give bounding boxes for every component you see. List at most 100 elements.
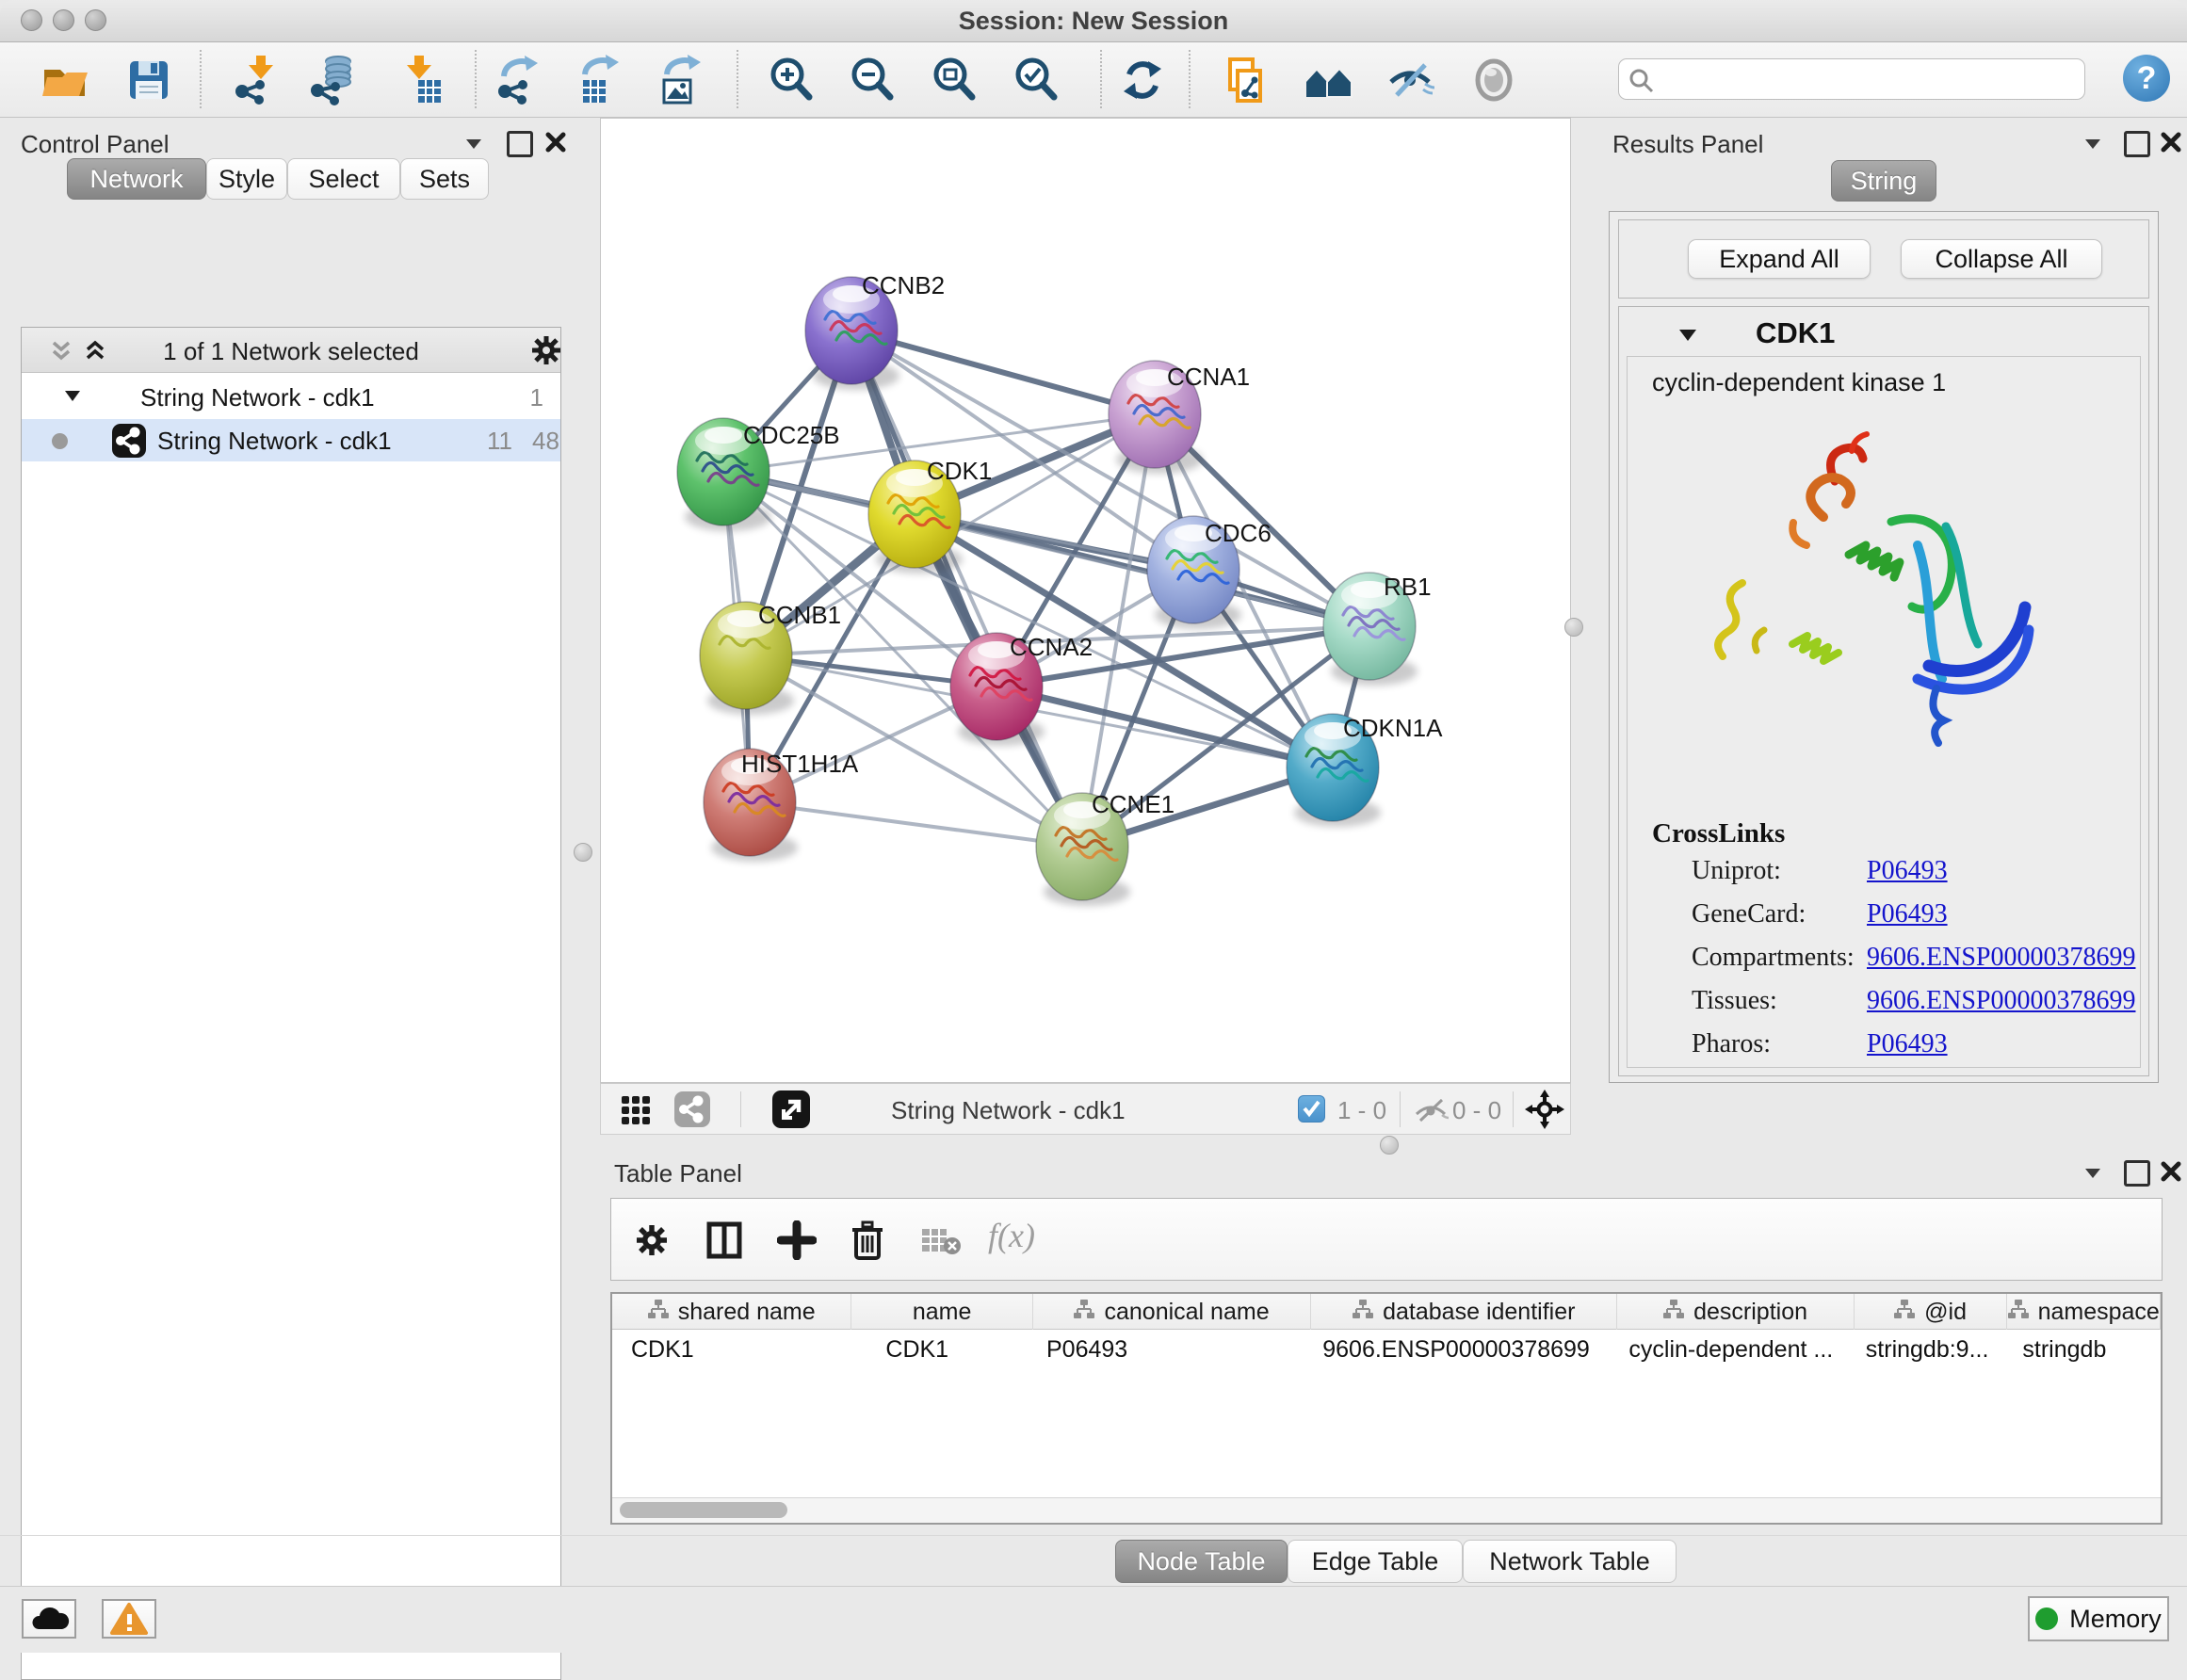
table-panel-menu-caret[interactable] — [2079, 1158, 2107, 1191]
crosslink-link[interactable]: 9606.ENSP00000378699 — [1867, 986, 2135, 1016]
new-network-from-selection-button[interactable] — [1219, 54, 1272, 106]
help-button[interactable]: ? — [2123, 55, 2170, 102]
column-header-namespace[interactable]: namespace — [2007, 1294, 2161, 1330]
tab-node-table[interactable]: Node Table — [1115, 1540, 1288, 1583]
export-table-icon — [574, 54, 626, 106]
network-node-CCNA1[interactable]: CCNA1 — [1109, 361, 1250, 474]
export-image-button[interactable] — [656, 54, 708, 106]
memory-status-button[interactable]: Memory — [2028, 1596, 2169, 1641]
export-table-button[interactable] — [574, 54, 626, 106]
tab-edge-table[interactable]: Edge Table — [1288, 1540, 1463, 1583]
network-view-icon[interactable] — [674, 1091, 710, 1127]
selected-checkbox-icon[interactable] — [1298, 1095, 1325, 1123]
crosslink-link[interactable]: P06493 — [1867, 899, 1948, 929]
close-panel-icon[interactable] — [2158, 1158, 2184, 1189]
warning-status-button[interactable] — [102, 1599, 156, 1639]
first-neighbors-button[interactable] — [1303, 54, 1355, 106]
left-splitter-handle[interactable] — [574, 843, 592, 862]
close-panel-icon[interactable] — [543, 129, 569, 160]
grid-view-icon[interactable] — [620, 1094, 652, 1131]
table-cell[interactable]: stringdb:9... — [1855, 1330, 2008, 1369]
tab-network[interactable]: Network — [67, 158, 206, 200]
zoom-fit-button[interactable] — [928, 54, 980, 106]
node-label-HIST1H1A: HIST1H1A — [741, 750, 859, 778]
table-row[interactable]: CDK1CDK1P064939606.ENSP00000378699cyclin… — [612, 1330, 2161, 1369]
hidden-eye-slash-icon[interactable] — [1413, 1093, 1449, 1130]
crosslink-link[interactable]: 9606.ENSP00000378699 — [1867, 943, 2135, 973]
float-panel-icon[interactable] — [2124, 131, 2150, 157]
column-header-canonical-name[interactable]: canonical name — [1033, 1294, 1311, 1330]
network-node-CDKN1A[interactable]: CDKN1A — [1287, 714, 1443, 827]
network-node-CCNE1[interactable]: CCNE1 — [1036, 790, 1174, 906]
table-cell[interactable]: cyclin-dependent ... — [1617, 1330, 1854, 1369]
delete-columns-trash-icon[interactable] — [849, 1219, 886, 1267]
column-header-database-identifier[interactable]: database identifier — [1311, 1294, 1617, 1330]
show-hidden-button[interactable] — [1467, 54, 1520, 106]
float-panel-icon[interactable] — [507, 131, 533, 157]
expand-all-button[interactable]: Expand All — [1688, 239, 1871, 279]
create-column-plus-icon[interactable] — [777, 1220, 817, 1265]
network-tree-row-selected[interactable]: String Network - cdk1 11 48 — [22, 419, 560, 461]
scrollbar-thumb[interactable] — [620, 1502, 787, 1518]
control-panel-menu-caret[interactable] — [460, 129, 488, 162]
function-builder-button[interactable]: f(x) — [988, 1216, 1035, 1255]
column-header-name[interactable]: name — [851, 1294, 1033, 1330]
save-session-button[interactable] — [122, 54, 175, 106]
collapse-all-button[interactable]: Collapse All — [1901, 239, 2102, 279]
horizontal-scrollbar[interactable] — [612, 1497, 2161, 1523]
node-label-CCNB1: CCNB1 — [758, 601, 841, 629]
zoom-in-button[interactable] — [765, 54, 818, 106]
right-splitter-handle[interactable] — [1564, 618, 1583, 637]
network-node-CCNA2[interactable]: CCNA2 — [950, 633, 1093, 746]
tab-style[interactable]: Style — [206, 158, 287, 200]
network-edge[interactable] — [750, 802, 1082, 847]
hide-selected-button[interactable] — [1385, 54, 1438, 106]
close-panel-icon[interactable] — [2158, 129, 2184, 160]
table-cell[interactable]: CDK1 — [851, 1330, 1033, 1369]
table-mode-gear-icon[interactable] — [634, 1222, 670, 1263]
float-panel-icon[interactable] — [2124, 1160, 2150, 1187]
tree-collapse-caret-icon[interactable] — [61, 384, 84, 413]
import-network-from-file-button[interactable] — [230, 54, 283, 106]
tab-sets[interactable]: Sets — [400, 158, 489, 200]
crosslink-row: Tissues:9606.ENSP00000378699 — [1628, 986, 2142, 1029]
network-node-CDC25B[interactable]: CDC25B — [677, 418, 840, 531]
results-panel-menu-caret[interactable] — [2079, 129, 2107, 162]
table-cell[interactable]: 9606.ENSP00000378699 — [1311, 1330, 1617, 1369]
export-network-button[interactable] — [493, 54, 545, 106]
cloud-status-button[interactable] — [22, 1599, 76, 1639]
table-cell[interactable]: P06493 — [1033, 1330, 1311, 1369]
zoom-out-button[interactable] — [846, 54, 899, 106]
expand-collapse-bar: Expand All Collapse All — [1618, 219, 2149, 299]
zoom-selected-button[interactable] — [1010, 54, 1062, 106]
table-cell[interactable]: CDK1 — [612, 1330, 851, 1369]
open-in-new-window-icon[interactable] — [772, 1090, 810, 1128]
horizontal-splitter-handle[interactable] — [1380, 1136, 1399, 1155]
column-header--id[interactable]: @id — [1855, 1294, 2008, 1330]
network-node-CDK1[interactable]: CDK1 — [868, 457, 992, 573]
section-collapse-caret-icon[interactable] — [1676, 322, 1700, 351]
show-columns-icon[interactable] — [705, 1220, 743, 1265]
fit-selected-crosshair-icon[interactable] — [1524, 1089, 1565, 1135]
network-node-HIST1H1A[interactable]: HIST1H1A — [704, 749, 859, 862]
crosslink-link[interactable]: P06493 — [1867, 1029, 1948, 1059]
delete-table-icon[interactable] — [920, 1225, 962, 1262]
network-canvas[interactable]: CCNB2CCNA1CDC25BCDK1CDC6RB1CCNB1CCNA2CDK… — [600, 118, 1571, 1083]
network-tree-root-row[interactable]: String Network - cdk1 1 — [22, 377, 560, 419]
open-session-button[interactable] — [38, 54, 90, 106]
tab-string[interactable]: String — [1831, 160, 1936, 202]
network-list-gear-icon[interactable] — [530, 334, 562, 371]
update-network-button[interactable] — [1116, 54, 1169, 106]
crosslink-link[interactable]: P06493 — [1867, 856, 1948, 886]
column-header-shared-name[interactable]: shared name — [612, 1294, 851, 1330]
import-network-from-database-button[interactable] — [307, 54, 360, 106]
tab-network-table[interactable]: Network Table — [1463, 1540, 1677, 1583]
import-table-from-file-button[interactable] — [394, 54, 446, 106]
column-header-description[interactable]: description — [1617, 1294, 1854, 1330]
tab-select[interactable]: Select — [287, 158, 400, 200]
network-selection-status: 1 of 1 Network selected — [22, 337, 560, 366]
import-database-icon — [307, 54, 360, 106]
table-cell[interactable]: stringdb — [2007, 1330, 2161, 1369]
network-node-RB1[interactable]: RB1 — [1323, 573, 1432, 686]
search-input[interactable] — [1660, 63, 2079, 95]
